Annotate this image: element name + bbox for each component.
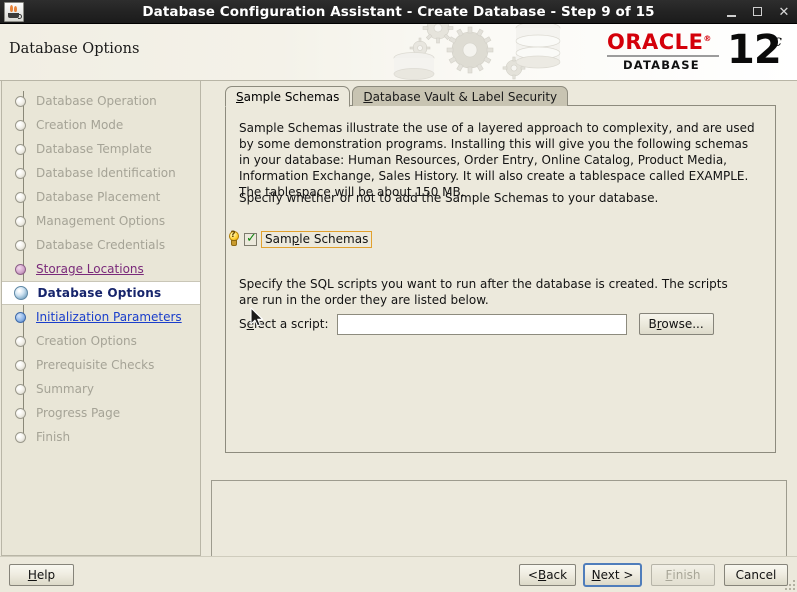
- select-script-label: Select a script:: [239, 317, 329, 331]
- version-suffix: c: [773, 31, 782, 50]
- sidebar-item-label: Database Operation: [36, 94, 157, 108]
- back-button[interactable]: < Back: [519, 564, 576, 586]
- sidebar-item-database-identification: Database Identification: [2, 161, 200, 185]
- maximize-icon[interactable]: [751, 5, 765, 19]
- step-status-dot: [15, 167, 26, 179]
- step-status-dot: [15, 239, 26, 251]
- sidebar-item-database-options: Database Options: [2, 281, 200, 305]
- main-body: Database Operation Creation Mode Database …: [0, 81, 797, 566]
- select-script-input[interactable]: [336, 313, 627, 335]
- sidebar-item-creation-options: Creation Options: [2, 329, 200, 353]
- minimize-icon[interactable]: [725, 5, 739, 19]
- sidebar-item-management-options: Management Options: [2, 209, 200, 233]
- banner-decor-graphics: [393, 24, 561, 80]
- sidebar-item-label: Creation Options: [36, 334, 137, 348]
- sidebar-item-label: Progress Page: [36, 406, 121, 420]
- sample-schemas-tab-panel: Sample Schemas illustrate the use of a l…: [225, 105, 776, 453]
- page-title: Database Options: [9, 41, 140, 57]
- logo-rule: [607, 55, 719, 57]
- sidebar-item-label: Finish: [36, 430, 71, 444]
- close-icon[interactable]: ✕: [777, 6, 791, 19]
- dbca-window: Database Configuration Assistant - Creat…: [0, 0, 797, 592]
- sidebar-item-label: Prerequisite Checks: [36, 358, 155, 372]
- cancel-button[interactable]: Cancel: [724, 564, 788, 586]
- sidebar-item-label: Storage Locations: [36, 262, 144, 276]
- sidebar-item-label: Database Credentials: [36, 238, 166, 252]
- sidebar-item-label: Summary: [36, 382, 94, 396]
- sidebar-item-label: Database Placement: [36, 190, 161, 204]
- sidebar-item-label: Database Identification: [36, 166, 176, 180]
- scripts-instruction: Specify the SQL scripts you want to run …: [239, 277, 728, 307]
- sidebar-item-label: Management Options: [36, 214, 166, 228]
- select-script-row: Select a script: Browse...: [239, 313, 714, 335]
- step-status-dot: [15, 191, 26, 203]
- window-controls: ✕: [725, 0, 791, 24]
- java-coffee-cup-icon: [4, 1, 24, 22]
- step-status-dot: [15, 263, 26, 275]
- sidebar-item-storage-locations[interactable]: Storage Locations: [2, 257, 200, 281]
- message-panel: [211, 480, 787, 566]
- finish-button: Finish: [651, 564, 715, 586]
- sample-schemas-checkbox[interactable]: ✓: [244, 230, 257, 246]
- sidebar-item-label: Database Options: [37, 286, 162, 300]
- sidebar-item-label: Initialization Parameters: [36, 310, 182, 324]
- sample-schemas-checkbox-row: ? ✓ Sample Schemas: [226, 230, 373, 248]
- lightbulb-tip-icon: ?: [227, 230, 241, 247]
- sidebar-item-database-operation: Database Operation: [2, 89, 200, 113]
- step-status-dot: [15, 95, 26, 107]
- sidebar-item-finish: Finish: [2, 425, 200, 449]
- title-bar: Database Configuration Assistant - Creat…: [0, 0, 797, 24]
- step-status-dot: [15, 407, 26, 419]
- button-bar: Help < Back Next > Finish Cancel: [0, 556, 797, 592]
- sidebar-item-prerequisite-checks: Prerequisite Checks: [2, 353, 200, 377]
- step-status-dot: [15, 143, 26, 155]
- sidebar-item-database-placement: Database Placement: [2, 185, 200, 209]
- resize-grip[interactable]: [784, 579, 796, 591]
- wizard-step-list: Database Operation Creation Mode Database …: [2, 89, 200, 449]
- checkmark-icon: ✓: [246, 230, 257, 246]
- sample-schemas-instruction: Specify whether or not to add the Sample…: [239, 191, 659, 205]
- tab-strip: Sample Schemas Database Vault & Label Sec…: [225, 85, 569, 107]
- sidebar-item-label: Database Template: [36, 142, 152, 156]
- oracle-database-12c-logo: ORACLE® DATABASE 12 c: [607, 27, 789, 77]
- step-status-dot: [15, 215, 26, 227]
- window-title: Database Configuration Assistant - Creat…: [142, 3, 655, 20]
- sidebar-item-initialization-parameters[interactable]: Initialization Parameters: [2, 305, 200, 329]
- sidebar-item-database-template: Database Template: [2, 137, 200, 161]
- sidebar-item-database-credentials: Database Credentials: [2, 233, 200, 257]
- browse-button[interactable]: Browse...: [638, 313, 714, 335]
- tab-database-vault-label-security[interactable]: Database Vault & Label Security: [352, 86, 569, 106]
- step-status-dot: [15, 335, 26, 347]
- step-status-dot: [15, 119, 26, 131]
- step-status-dot: [13, 286, 28, 300]
- page-banner: Database Options ORACLE® DATABASE 12 c: [0, 24, 797, 81]
- step-status-dot: [15, 431, 26, 443]
- sample-schemas-description: Sample Schemas illustrate the use of a l…: [239, 121, 755, 199]
- sidebar-item-creation-mode: Creation Mode: [2, 113, 200, 137]
- oracle-wordmark: ORACLE®: [607, 30, 712, 54]
- step-status-dot: [15, 311, 26, 323]
- sidebar-item-label: Creation Mode: [36, 118, 124, 132]
- tab-sample-schemas[interactable]: Sample Schemas: [225, 86, 351, 107]
- step-status-dot: [15, 359, 26, 371]
- sidebar-item-summary: Summary: [2, 377, 200, 401]
- wizard-step-sidebar: Database Operation Creation Mode Database …: [1, 81, 201, 556]
- next-button[interactable]: Next >: [583, 563, 642, 587]
- sidebar-item-progress-page: Progress Page: [2, 401, 200, 425]
- help-button[interactable]: Help: [9, 564, 74, 586]
- sample-schemas-checkbox-label[interactable]: Sample Schemas: [261, 230, 373, 248]
- database-wordmark: DATABASE: [623, 58, 700, 72]
- step-status-dot: [15, 383, 26, 395]
